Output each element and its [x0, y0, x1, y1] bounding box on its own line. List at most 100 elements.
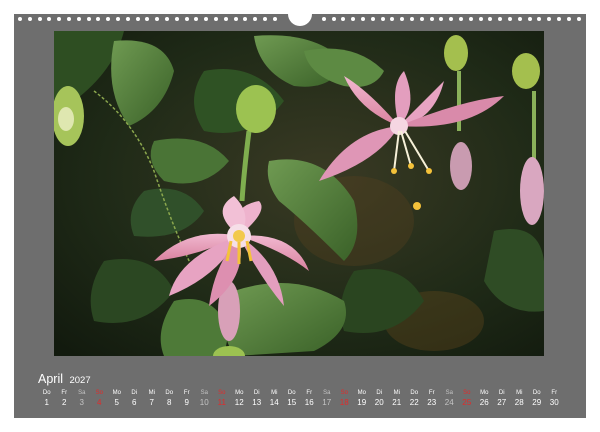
year-label: 2027: [69, 375, 91, 386]
binding-hole: [76, 17, 81, 21]
binding-hole: [165, 17, 169, 21]
weekday-label: Fr: [61, 390, 68, 396]
binding-hole: [263, 17, 267, 21]
weekday-label: Fr: [306, 390, 313, 396]
binding-hole: [47, 17, 52, 21]
binding-hole: [459, 17, 463, 21]
weekday-label: Fr: [428, 390, 435, 396]
weekday-label: So: [340, 390, 348, 396]
binding-hole: [86, 17, 91, 21]
day-number: 18: [339, 398, 349, 407]
binding-hole: [184, 17, 189, 21]
binding-hole: [468, 17, 473, 21]
binding-hole: [566, 17, 571, 21]
weekday-label: So: [95, 390, 103, 396]
binding-hole: [135, 17, 140, 21]
binding-hole: [272, 17, 277, 21]
binding-hole: [537, 17, 542, 21]
binding-hole: [498, 17, 503, 21]
calendar-day: Di 13: [248, 389, 266, 409]
calendar-day: Do 8: [161, 389, 179, 409]
weekday-label: Fr: [551, 390, 558, 396]
weekday-label: Do: [410, 390, 419, 396]
weekday-label: So: [218, 390, 226, 396]
weekday-label: Fr: [183, 390, 190, 396]
calendar-day: Sa 3: [73, 389, 91, 409]
day-number: 20: [374, 398, 384, 407]
calendar-day: So 25: [458, 389, 476, 409]
weekday-label: Di: [253, 390, 260, 396]
weekday-label: Sa: [200, 390, 208, 396]
weekday-label: Sa: [445, 390, 453, 396]
day-number: 4: [97, 398, 102, 407]
weekday-label: Mo: [235, 390, 244, 396]
weekday-label: Mi: [393, 390, 400, 396]
binding-hole: [380, 17, 385, 21]
binding-hole: [390, 17, 395, 21]
day-number: 27: [497, 398, 507, 407]
day-number: 21: [392, 398, 402, 407]
binding-hole: [174, 17, 179, 21]
binding-hole: [488, 17, 493, 21]
binding-hole: [449, 17, 454, 21]
day-number: 10: [199, 398, 209, 407]
day-number: 14: [269, 398, 279, 407]
calendar-day: Di 6: [126, 389, 144, 409]
binding-hole: [194, 17, 199, 21]
weekday-label: So: [463, 390, 471, 396]
calendar-day: Fr 30: [546, 389, 564, 409]
binding-hole: [527, 17, 532, 21]
binding-hole: [429, 17, 434, 21]
calendar-day: Sa 17: [318, 389, 336, 409]
binding-hole: [37, 17, 42, 21]
weekday-label: Di: [498, 390, 505, 396]
day-number: 28: [514, 398, 524, 407]
calendar-day: Mi 14: [266, 389, 284, 409]
day-number: 29: [532, 398, 542, 407]
calendar-day: So 4: [91, 389, 109, 409]
binding-hole: [145, 17, 150, 21]
day-number: 3: [79, 398, 84, 407]
day-number: 16: [304, 398, 314, 407]
passion-flower-image: [54, 31, 544, 356]
calendar-day: Sa 24: [441, 389, 459, 409]
binding-hole: [96, 17, 101, 21]
binding-hole: [155, 17, 160, 21]
binding-hole: [351, 17, 356, 21]
day-strip: Do 1 Fr 2 Sa 3 So 4 Mo 5 Di 6 Mi 7 Do 8 Fr 9 Sa 10 So 11 Mo 12 D…: [38, 389, 564, 413]
binding-hole: [341, 17, 346, 21]
day-number: 19: [357, 398, 367, 407]
calendar-day: Mi 7: [143, 389, 161, 409]
day-number: 30: [549, 398, 559, 407]
calendar-day: Mo 19: [353, 389, 371, 409]
binding-hole: [478, 17, 483, 21]
weekday-label: Di: [376, 390, 383, 396]
month-name: April: [38, 372, 64, 386]
day-number: 9: [184, 398, 189, 407]
spiral-binding: [14, 12, 586, 26]
calendar-day: Mo 12: [231, 389, 249, 409]
calendar-day: Mo 5: [108, 389, 126, 409]
binding-hole: [576, 17, 581, 21]
binding-hole: [370, 17, 375, 21]
hanger-cutout: [288, 12, 312, 26]
binding-hole: [547, 17, 552, 21]
calendar-day: Di 27: [493, 389, 511, 409]
day-number: 22: [409, 398, 419, 407]
flower-photo: [54, 31, 544, 356]
binding-hole: [253, 17, 258, 21]
weekday-label: Do: [287, 390, 296, 396]
binding-hole: [331, 17, 336, 21]
calendar-day: Mi 28: [511, 389, 529, 409]
binding-hole: [67, 17, 71, 21]
weekday-label: Mi: [516, 390, 523, 396]
day-number: 13: [252, 398, 262, 407]
day-number: 17: [322, 398, 332, 407]
calendar-day: Mi 21: [388, 389, 406, 409]
day-number: 25: [462, 398, 472, 407]
weekday-label: Mo: [112, 390, 121, 396]
calendar-day: Fr 16: [301, 389, 319, 409]
day-number: 7: [149, 398, 154, 407]
day-number: 23: [427, 398, 437, 407]
calendar-day: So 11: [213, 389, 231, 409]
